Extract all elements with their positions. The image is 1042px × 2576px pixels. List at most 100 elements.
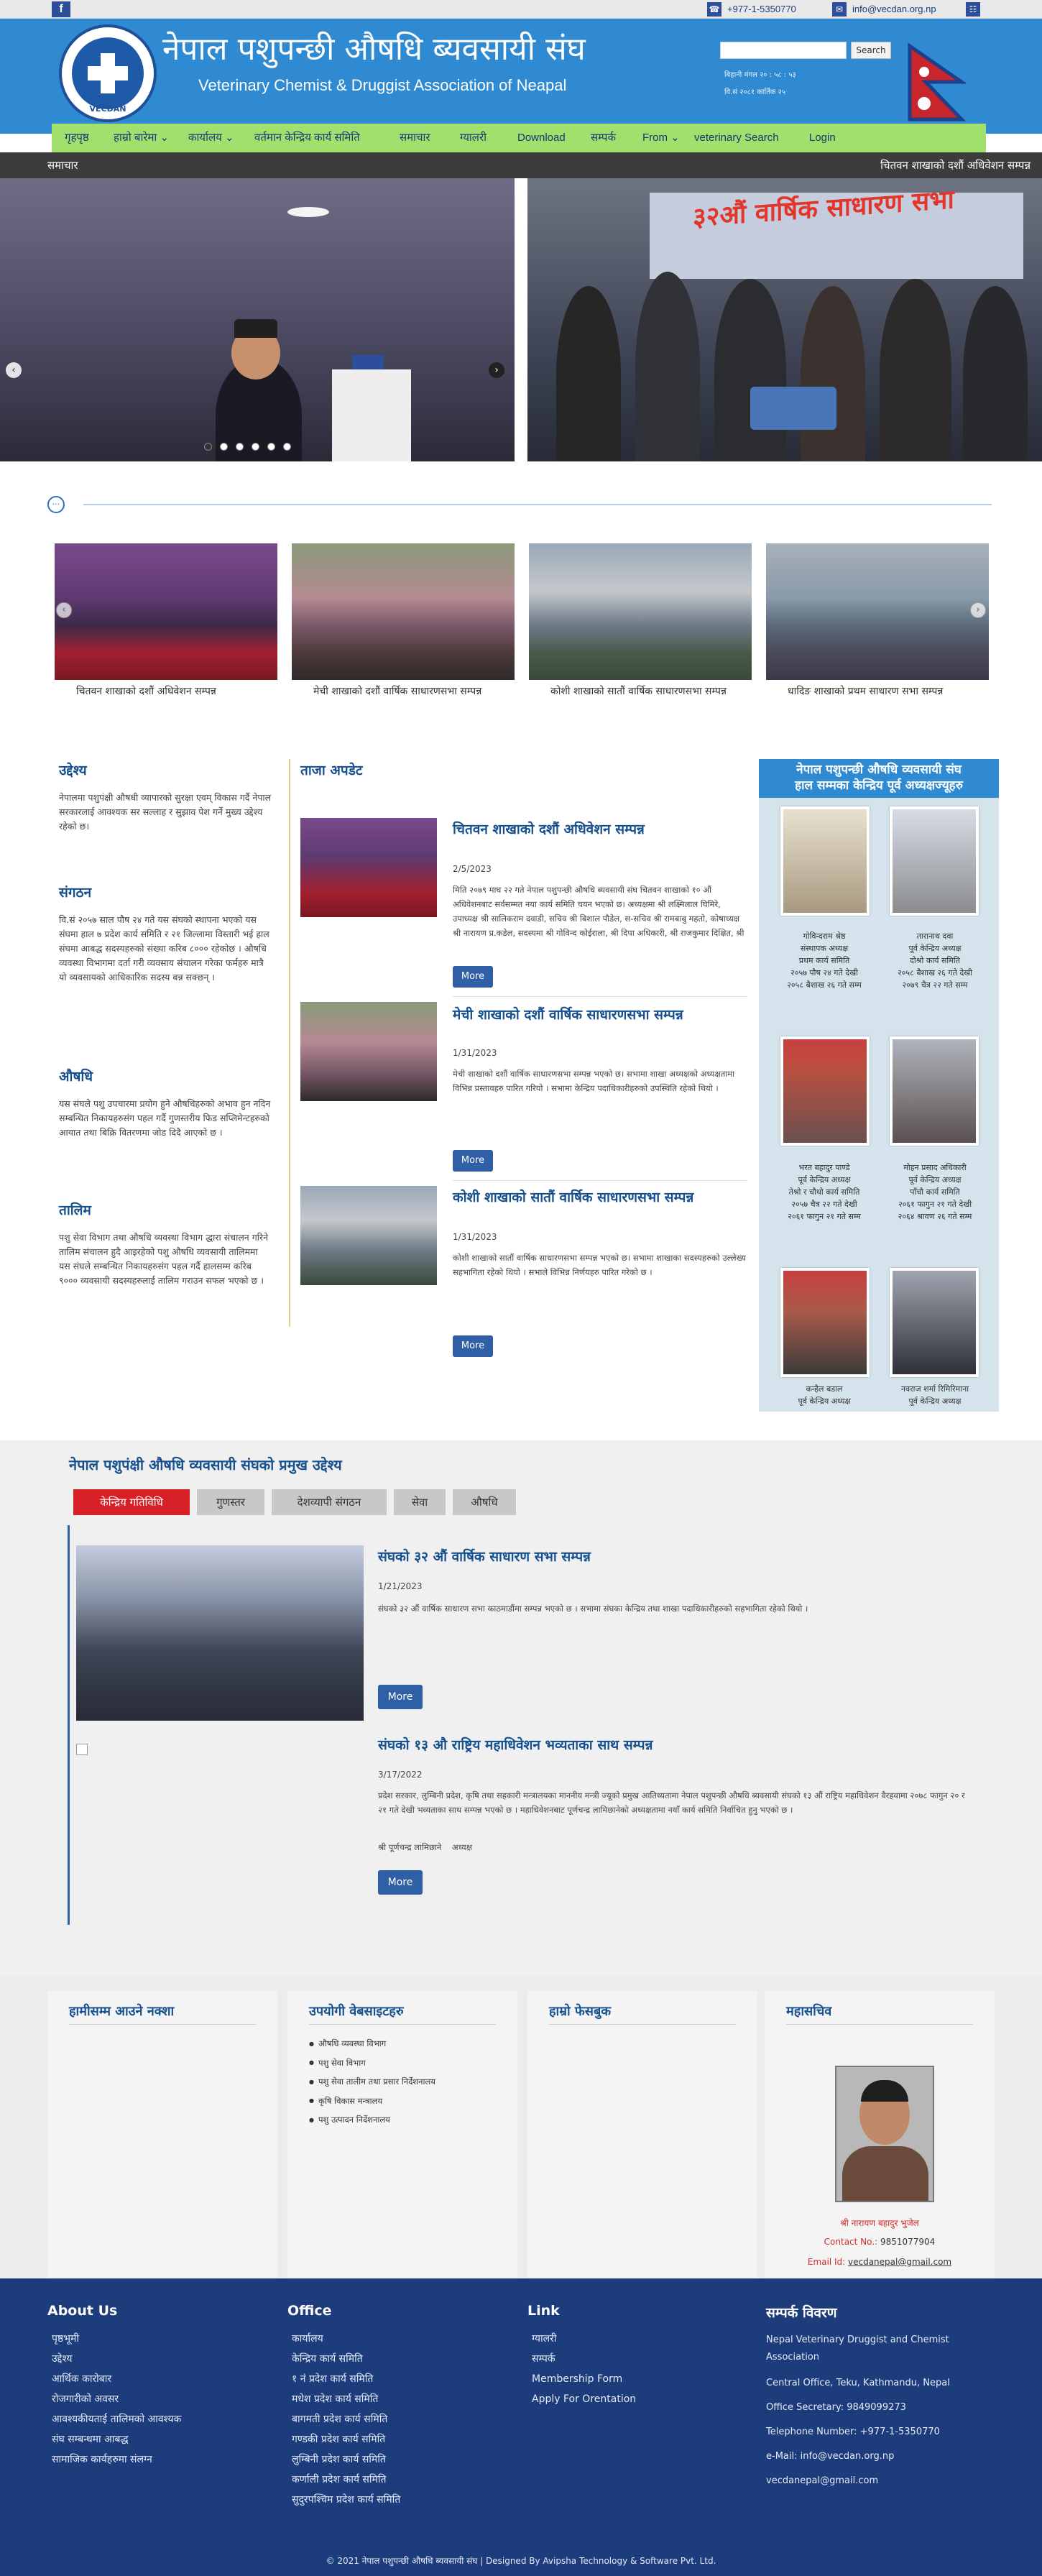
nav-item-about[interactable]: हाम्रो बारेमा ⌄ <box>114 124 169 152</box>
footer-link[interactable]: कर्णाली प्रदेश कार्य समिति <box>292 2470 400 2490</box>
leader-portrait[interactable] <box>890 1268 979 1377</box>
nav-item-gallery[interactable]: ग्यालरी <box>460 124 487 152</box>
slider-next-icon[interactable]: › <box>489 362 504 378</box>
tab-medicine[interactable]: औषधि <box>453 1489 516 1515</box>
past-presidents-title: नेपाल पशुपन्छी औषधि व्यवसायी संघ हाल सम्… <box>759 759 999 798</box>
news-thumbnail[interactable] <box>300 1186 437 1285</box>
gallery-item[interactable]: मेची शाखाको दशौं वार्षिक साधारणसभा सम्पन… <box>292 543 515 713</box>
nav-item-home[interactable]: गृहपृष्ठ <box>65 124 89 152</box>
website-link[interactable]: पशु सेवा तालीम तथा प्रसार निर्देशनालय <box>309 2072 435 2092</box>
footer-link[interactable]: केन्द्रिय कार्य समिति <box>292 2349 400 2369</box>
footer-contact-line[interactable]: vecdanepal@gmail.com <box>766 2472 982 2490</box>
column-divider <box>289 759 290 1327</box>
phone-icon: ☎ <box>707 2 721 17</box>
leader-portrait[interactable] <box>890 1036 979 1146</box>
news-more-button[interactable]: More <box>453 1335 493 1357</box>
about-text: नेपालमा पशुपंक्षी औषधी व्यापारको सुरक्षा… <box>59 792 272 832</box>
slider-dot[interactable] <box>283 443 291 451</box>
footer-link[interactable]: कार्यालय <box>292 2329 400 2349</box>
latest-heading: ताजा अपडेट <box>300 763 363 778</box>
news-date: 2/5/2023 <box>453 864 492 874</box>
tab-central-activities[interactable]: केन्द्रिय गतिविधि <box>73 1489 190 1515</box>
news-more-button[interactable]: More <box>453 1150 493 1172</box>
footer-link[interactable]: उद्देश्य <box>52 2349 181 2369</box>
nav-item-veterinary-search[interactable]: veterinary Search <box>694 124 779 152</box>
tab-quality[interactable]: गुणस्तर <box>197 1489 264 1515</box>
news-title[interactable]: मेची शाखाको दशौं वार्षिक साधारणसभा सम्पन… <box>453 1005 747 1024</box>
leader-portrait[interactable] <box>780 1268 870 1377</box>
chevron-down-icon: ⌄ <box>670 132 680 144</box>
footer-contact-line[interactable]: e-Mail: info@vecdan.org.np <box>766 2448 982 2465</box>
objective-news-image[interactable] <box>76 1545 364 1721</box>
nav-item-office[interactable]: कार्यालय ⌄ <box>188 124 234 152</box>
website-link[interactable]: औषधि व्यवस्था विभाग <box>309 2034 435 2053</box>
news-thumbnail[interactable] <box>300 1002 437 1101</box>
gallery-prev-icon[interactable]: ‹ <box>56 602 72 618</box>
nav-item-form[interactable]: From ⌄ <box>642 124 680 152</box>
phone-contact[interactable]: ☎ +977-1-5350770 <box>707 2 796 17</box>
objective-news-title[interactable]: संघको १३ औ राष्ट्रिय महाधिवेशन भव्यताका … <box>378 1735 653 1754</box>
nav-item-login[interactable]: Login <box>809 124 836 152</box>
nav-item-contact[interactable]: सम्पर्क <box>591 124 616 152</box>
footer-link[interactable]: सामाजिक कार्यहरुमा संलग्न <box>52 2450 181 2470</box>
footer-link[interactable]: पृष्ठभूमी <box>52 2329 181 2349</box>
footer-link[interactable]: आर्थिक कारोबार <box>52 2369 181 2389</box>
facebook-icon[interactable]: f <box>52 1 70 17</box>
tab-nationwide-organization[interactable]: देशव्यापी संगठन <box>272 1489 387 1515</box>
news-excerpt: मेची शाखाको दशौं वार्षिक साधारणसभा सम्पन… <box>453 1069 735 1093</box>
news-excerpt: मिति २०७९ माघ २२ गते नेपाल पशुपन्छी औषधि… <box>453 885 744 938</box>
footer-link[interactable]: लुम्बिनी प्रदेश कार्य समिति <box>292 2450 400 2470</box>
footer-link[interactable]: गण्डकी प्रदेश कार्य समिति <box>292 2429 400 2450</box>
objective-news-title[interactable]: संघको ३२ औं वार्षिक साधारण सभा सम्पन्न <box>378 1547 591 1565</box>
slider-prev-icon[interactable]: ‹ <box>6 362 22 378</box>
nav-item-download[interactable]: Download <box>517 124 566 152</box>
news-title[interactable]: चितवन शाखाको दशौं अधिवेशन सम्पन्न <box>453 819 747 838</box>
ticker-headline[interactable]: चितवन शाखाको दशौं अधिवेशन सम्पन्न <box>880 152 1031 178</box>
tab-service[interactable]: सेवा <box>394 1489 446 1515</box>
website-link[interactable]: कृषि विकास मन्त्रालय <box>309 2092 435 2111</box>
news-more-button[interactable]: More <box>453 966 493 988</box>
objective-news-excerpt: प्रदेश सरकार, लुम्बिनी प्रदेश, कृषि तथा … <box>378 1790 965 1815</box>
slider-dot[interactable] <box>236 443 244 451</box>
footer-link[interactable]: Membership Form <box>532 2369 636 2389</box>
leader-portrait[interactable] <box>780 806 870 916</box>
image-slider: ‹ › ३२औं वार्षिक साधारण सभा <box>0 178 1042 461</box>
news-thumbnail[interactable] <box>300 818 437 917</box>
slider-dot[interactable] <box>267 443 275 451</box>
footer-link[interactable]: सम्पर्क <box>532 2349 636 2369</box>
more-icon[interactable]: ··· <box>47 496 65 513</box>
slider-dot[interactable] <box>252 443 259 451</box>
websites-list: औषधि व्यवस्था विभाग पशु सेवा विभाग पशु स… <box>309 2034 435 2130</box>
site-logo[interactable]: VECDAN <box>59 24 157 122</box>
leader-portrait[interactable] <box>890 806 979 916</box>
footer-link[interactable]: सुदुरपश्चिम प्रदेश कार्य समिति <box>292 2490 400 2510</box>
footer-link[interactable]: संघ सम्बन्धमा आबद्ध <box>52 2429 181 2450</box>
email-contact[interactable]: ✉ info@vecdan.org.np <box>832 2 936 17</box>
gallery-item[interactable]: धादिङ शाखाको प्रथम साधारण सभा सम्पन्न <box>766 543 989 713</box>
slider-dot[interactable] <box>220 443 228 451</box>
gallery-caption: धादिङ शाखाको प्रथम साधारण सभा सम्पन्न <box>788 686 944 697</box>
search-input[interactable] <box>720 42 847 59</box>
news-title[interactable]: कोशी शाखाको सातौं वार्षिक साधारणसभा सम्प… <box>453 1187 747 1206</box>
nav-item-current-committee[interactable]: वर्तमान केन्द्रिय कार्य समिति <box>254 124 360 152</box>
website-link[interactable]: पशु सेवा विभाग <box>309 2053 435 2073</box>
leader-portrait[interactable] <box>780 1036 870 1146</box>
footer-link[interactable]: Apply For Orentation <box>532 2389 636 2409</box>
gallery-item[interactable]: चितवन शाखाको दशौं अधिवेशन सम्पन्न <box>55 543 277 713</box>
about-heading: उद्देश्य <box>59 763 87 778</box>
slider-dot[interactable] <box>204 443 212 451</box>
gallery-item[interactable]: कोशी शाखाको सातौं वार्षिक साधारणसभा सम्प… <box>529 543 752 713</box>
objective-more-button[interactable]: More <box>378 1685 423 1709</box>
footer-link[interactable]: रोजगारीको अवसर <box>52 2389 181 2409</box>
footer-link[interactable]: आवश्यकीयताई तालिमको आवश्यक <box>52 2409 181 2429</box>
footer-link[interactable]: बागमती प्रदेश कार्य समिति <box>292 2409 400 2429</box>
website-link[interactable]: पशु उत्पादन निर्देशनालय <box>309 2110 435 2130</box>
footer-link[interactable]: १ नं प्रदेश कार्य समिति <box>292 2369 400 2389</box>
objective-more-button[interactable]: More <box>378 1870 423 1895</box>
nav-item-news[interactable]: समाचार <box>400 124 430 152</box>
footer-link[interactable]: ग्यालरी <box>532 2329 636 2349</box>
search-button[interactable]: Search <box>851 42 891 59</box>
share-icon[interactable]: ☷ <box>966 2 980 17</box>
gallery-next-icon[interactable]: › <box>970 602 986 618</box>
footer-link[interactable]: मधेश प्रदेश कार्य समिति <box>292 2389 400 2409</box>
